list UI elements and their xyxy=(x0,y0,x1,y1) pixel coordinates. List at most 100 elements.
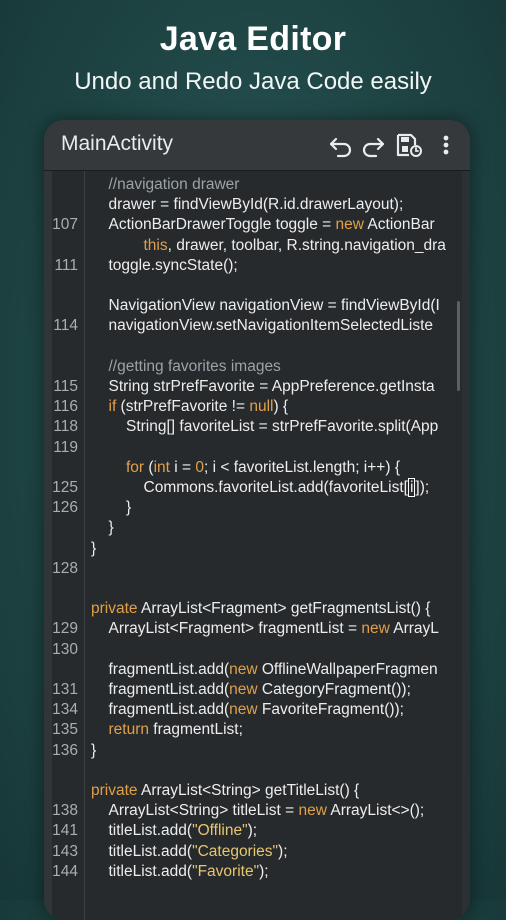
code-text: titleList.add( xyxy=(108,842,193,860)
code-keyword: private xyxy=(91,782,138,799)
line-number: 126 xyxy=(52,499,78,517)
line-number: 116 xyxy=(53,398,78,416)
gutter-divider xyxy=(84,171,85,920)
code-keyword: for xyxy=(126,458,145,476)
line-number: 114 xyxy=(53,317,78,335)
code-line: this, drawer, toolbar, R.string.navigati… xyxy=(144,236,446,256)
code-text: } xyxy=(108,519,114,537)
code-line: String strPrefFavorite = AppPreference.g… xyxy=(109,377,435,397)
phone-right-edge xyxy=(462,120,470,920)
code-line: private ArrayList<Fragment> getFragments… xyxy=(91,599,430,619)
code-line: navigationView.setNavigationItemSelected… xyxy=(109,316,434,336)
line-number: 128 xyxy=(52,559,78,577)
code-line: private ArrayList<String> getTitleList()… xyxy=(91,781,359,801)
code-line: ArrayList<String> titleList = new ArrayL… xyxy=(109,801,425,821)
code-text: ActionBar xyxy=(363,216,435,234)
scrollbar-thumb[interactable] xyxy=(457,301,460,391)
line-number: 131 xyxy=(52,681,78,698)
code-line: if (strPrefFavorite != null) { xyxy=(109,397,289,417)
code-text: } xyxy=(126,499,132,517)
code-text: ); xyxy=(278,842,288,860)
code-text: ArrayList<>(); xyxy=(326,802,425,820)
code-text: String strPrefFavorite = AppPreference.g… xyxy=(108,378,435,395)
code-text: ]); xyxy=(415,479,430,496)
code-string: "Offline" xyxy=(192,822,248,840)
code-keyword: new xyxy=(229,701,258,719)
code-keyword: int xyxy=(153,458,170,476)
code-line: fragmentList.add(new FavoriteFragment())… xyxy=(109,700,404,720)
code-text: ( xyxy=(144,458,154,476)
line-number: 129 xyxy=(52,620,78,638)
line-number: 119 xyxy=(53,438,78,456)
line-number: 144 xyxy=(52,862,78,880)
line-number: 107 xyxy=(52,216,78,234)
code-text: ArrayList<String> titleList = xyxy=(108,802,299,820)
more-vert-icon xyxy=(443,135,449,155)
code-text: titleList.add( xyxy=(108,862,193,880)
code-text: drawer = findViewById(R.id.drawerLayout)… xyxy=(108,196,404,214)
line-number: 136 xyxy=(52,741,78,759)
code-text: OfflineWallpaperFragmen xyxy=(257,660,438,678)
code-text: titleList.add( xyxy=(108,822,193,840)
line-number: 130 xyxy=(52,640,78,658)
code-text: navigationView.setNavigationItemSelected… xyxy=(108,317,434,335)
code-text: ArrayL xyxy=(389,620,439,638)
code-keyword: 0 xyxy=(195,458,204,476)
code-keyword: new xyxy=(361,620,390,638)
promo-title: Java Editor xyxy=(159,20,347,58)
code-comment: //navigation drawer xyxy=(108,176,240,193)
code-text: ActionBarDrawerToggle toggle = xyxy=(108,216,336,234)
code-keyword: this xyxy=(143,236,168,254)
code-line: ActionBarDrawerToggle toggle = new Actio… xyxy=(109,215,435,235)
redo-icon xyxy=(362,137,385,158)
code-text: ) { xyxy=(273,398,289,416)
code-line: NavigationView navigationView = findView… xyxy=(109,296,440,316)
code-keyword: new xyxy=(298,802,327,820)
code-line: drawer = findViewById(R.id.drawerLayout)… xyxy=(109,195,404,215)
undo-button[interactable] xyxy=(326,130,356,160)
line-number: 125 xyxy=(52,479,78,496)
code-line: titleList.add("Offline"); xyxy=(109,821,258,841)
code-line: titleList.add("Categories"); xyxy=(109,842,288,862)
code-line: String[] favoriteList = strPrefFavorite.… xyxy=(126,417,438,437)
code-text: NavigationView navigationView = findView… xyxy=(108,297,440,315)
code-text: i = xyxy=(169,458,196,476)
code-keyword: new xyxy=(229,681,258,698)
code-line: Commons.favoriteList.add(favoriteList[i]… xyxy=(144,478,430,498)
code-text: ArrayList<Fragment> fragmentList = xyxy=(108,620,362,638)
line-number: 115 xyxy=(53,378,78,395)
code-text: (strPrefFavorite != xyxy=(116,398,250,416)
line-number: 135 xyxy=(52,721,78,739)
line-number: 118 xyxy=(53,418,78,436)
undo-icon xyxy=(329,137,352,158)
code-text: CategoryFragment()); xyxy=(257,681,411,698)
phone-left-edge xyxy=(44,120,52,920)
code-string: "Categories" xyxy=(192,842,279,860)
code-keyword: new xyxy=(229,660,258,678)
code-line: } xyxy=(126,498,131,518)
code-text: fragmentList.add( xyxy=(108,701,230,719)
promo-subtitle: Undo and Redo Java Code easily xyxy=(74,68,432,95)
code-text: fragmentList.add( xyxy=(108,681,230,698)
code-line: ArrayList<Fragment> fragmentList = new A… xyxy=(109,619,439,639)
code-keyword: private xyxy=(91,600,138,618)
code-text: } xyxy=(91,539,97,557)
line-number: 143 xyxy=(52,842,78,860)
line-number: 138 xyxy=(52,802,78,820)
save-button[interactable] xyxy=(394,130,424,160)
code-text: ArrayList<Fragment> getFragmentsList() { xyxy=(137,600,431,618)
code-editor[interactable]: //navigation drawer drawer = findViewById… xyxy=(52,171,462,920)
line-number: 141 xyxy=(52,822,78,840)
code-line: return fragmentList; xyxy=(109,720,243,740)
code-text: ; i < favoriteList.length; i++) { xyxy=(203,458,400,476)
code-text: fragmentList; xyxy=(149,721,243,739)
overflow-menu-button[interactable] xyxy=(436,130,456,160)
code-line: //getting favorites images xyxy=(109,357,281,377)
code-text: ); xyxy=(259,862,269,880)
line-number: 111 xyxy=(54,256,78,274)
code-text: String[] favoriteList = strPrefFavorite.… xyxy=(126,418,439,436)
code-keyword: return xyxy=(108,721,150,739)
line-number: 134 xyxy=(52,701,78,719)
app-toolbar: MainActivity xyxy=(44,120,470,171)
redo-button[interactable] xyxy=(358,130,388,160)
